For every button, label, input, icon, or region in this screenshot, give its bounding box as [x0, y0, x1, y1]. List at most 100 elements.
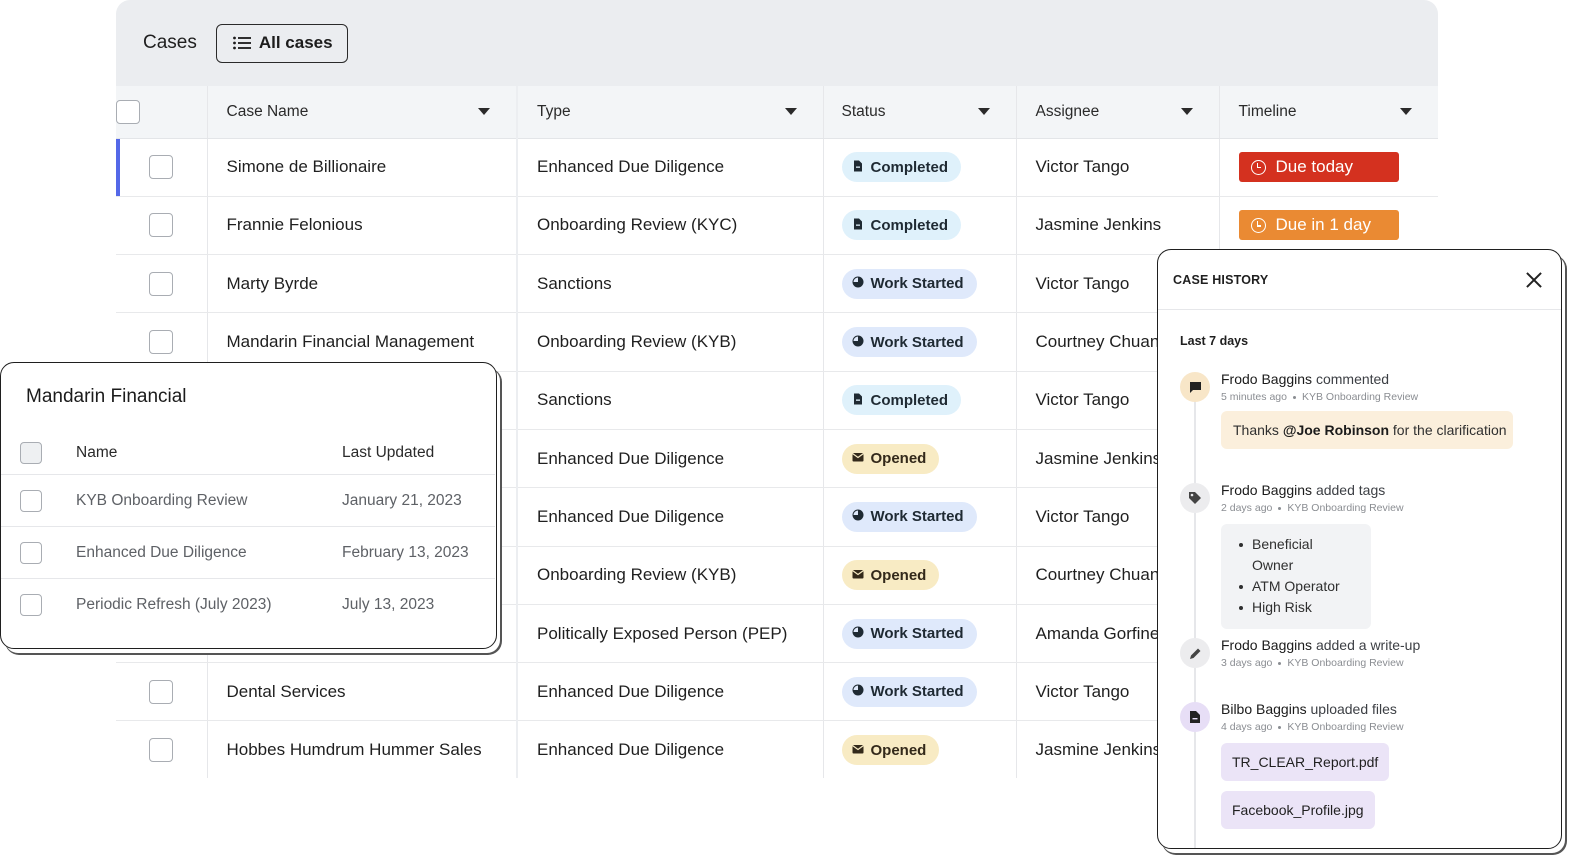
column-header-type[interactable]: Type	[516, 86, 824, 139]
row-checkbox[interactable]	[20, 594, 42, 616]
chevron-down-icon[interactable]	[1180, 108, 1193, 116]
envelope-icon	[851, 567, 864, 584]
status-badge: Opened	[841, 443, 940, 474]
tag-item: ATM Operator	[1239, 576, 1357, 597]
status-badge: Work Started	[841, 268, 977, 299]
select-all-cell	[116, 86, 208, 139]
item-name[interactable]: Periodic Refresh (July 2023)	[76, 596, 342, 614]
list-item[interactable]: KYB Onboarding Review January 21, 2023	[1, 475, 495, 527]
row-checkbox[interactable]	[149, 679, 174, 704]
status-badge: Work Started	[841, 327, 977, 358]
event-action: commented	[1315, 371, 1390, 387]
table-row[interactable]: Simone de Billionaire Enhanced Due Dilige…	[116, 138, 1438, 197]
row-checkbox[interactable]	[20, 541, 42, 564]
progress-icon	[852, 508, 864, 525]
row-checkbox[interactable]	[149, 271, 174, 296]
file-chip[interactable]: TR_CLEAR_Report.pdf	[1221, 743, 1390, 781]
table-row[interactable]: Frannie Felonious Onboarding Review (KYC)…	[116, 196, 1438, 256]
case-history-panel: CASE HISTORY Last 7 days Frodo Baggins c…	[1157, 249, 1562, 849]
due-badge: Due in 1 day	[1238, 210, 1399, 241]
timeline-line	[1194, 390, 1196, 848]
file-chip[interactable]: Facebook_Profile.jpg	[1221, 791, 1375, 829]
chevron-down-icon[interactable]	[784, 108, 797, 116]
case-list-header: Name Last Updated	[1, 431, 495, 475]
status-cell: Completed	[823, 138, 1017, 197]
case-type-cell: Sanctions	[516, 254, 824, 314]
popover-title: Mandarin Financial	[26, 386, 187, 407]
tag-item: High Risk	[1239, 597, 1357, 618]
row-checkbox[interactable]	[149, 738, 174, 763]
row-checkbox[interactable]	[20, 489, 42, 512]
case-name-cell[interactable]: Simone de Billionaire	[207, 138, 518, 197]
event-context[interactable]: KYB Onboarding Review	[1287, 502, 1403, 514]
case-type-cell: Enhanced Due Diligence	[516, 662, 824, 722]
event-actor[interactable]: Frodo Baggins	[1221, 637, 1312, 653]
column-label: Last Updated	[342, 443, 435, 461]
case-name-cell[interactable]: Marty Byrde	[207, 254, 518, 314]
chevron-down-icon[interactable]	[1400, 108, 1412, 116]
item-name[interactable]: KYB Onboarding Review	[76, 492, 342, 510]
case-name-cell[interactable]: Hobbes Humdrum Hummer Sales	[207, 720, 518, 778]
all-cases-label: All cases	[258, 33, 333, 52]
document-icon	[852, 392, 864, 409]
period-label: Last 7 days	[1180, 334, 1249, 348]
case-name-cell[interactable]: Frannie Felonious	[207, 196, 518, 256]
status-badge: Opened	[841, 735, 940, 766]
status-badge: Completed	[841, 210, 962, 241]
chevron-down-icon[interactable]	[478, 108, 490, 116]
event-context[interactable]: KYB Onboarding Review	[1302, 391, 1418, 403]
close-icon[interactable]	[1525, 271, 1543, 289]
list-item[interactable]: Enhanced Due Diligence February 13, 2023	[1, 527, 495, 579]
progress-icon	[852, 275, 864, 292]
assignee-cell[interactable]: Jasmine Jenkins	[1016, 196, 1220, 256]
event-action: added tags	[1315, 482, 1386, 498]
select-all-checkbox[interactable]	[20, 441, 42, 464]
row-select-cell	[116, 138, 208, 197]
status-cell: Completed	[823, 196, 1017, 256]
event-actor[interactable]: Bilbo Baggins	[1221, 701, 1307, 717]
list-item[interactable]: Periodic Refresh (July 2023) July 13, 202…	[1, 579, 495, 631]
item-updated: February 13, 2023	[342, 543, 469, 561]
column-header-status[interactable]: Status	[823, 86, 1017, 139]
case-name-cell[interactable]: Dental Services	[207, 662, 518, 722]
due-label: Due in 1 day	[1275, 215, 1371, 235]
all-cases-button[interactable]: All cases	[215, 23, 348, 63]
event-context[interactable]: KYB Onboarding Review	[1287, 721, 1403, 733]
status-label: Work Started	[870, 275, 964, 293]
comment-box: Thanks @Joe Robinson for the clarificati…	[1221, 411, 1513, 449]
row-checkbox[interactable]	[149, 213, 174, 238]
column-header-name[interactable]: Case Name	[207, 86, 518, 139]
case-history-header: CASE HISTORY	[1158, 250, 1561, 310]
clock-icon	[1250, 159, 1266, 175]
status-badge: Work Started	[841, 501, 977, 532]
status-cell: Work Started	[823, 254, 1017, 314]
row-checkbox[interactable]	[149, 330, 174, 355]
status-label: Work Started	[870, 683, 964, 701]
pencil-icon	[1180, 638, 1210, 668]
status-label: Work Started	[870, 333, 964, 351]
status-badge: Opened	[841, 560, 940, 591]
status-cell: Work Started	[823, 604, 1017, 664]
column-header-assignee[interactable]: Assignee	[1016, 86, 1220, 139]
event-time: 2 days ago	[1221, 502, 1273, 514]
column-header-timeline[interactable]: Timeline	[1219, 86, 1438, 139]
list-icon	[232, 36, 251, 50]
mention[interactable]: @Joe Robinson	[1283, 422, 1389, 438]
document-icon	[852, 217, 864, 234]
select-all-checkbox[interactable]	[116, 99, 140, 124]
status-badge: Completed	[841, 385, 962, 416]
event-actor[interactable]: Frodo Baggins	[1221, 371, 1312, 387]
panel-title: CASE HISTORY	[1173, 272, 1269, 287]
event-actor[interactable]: Frodo Baggins	[1221, 482, 1312, 498]
row-checkbox[interactable]	[149, 155, 174, 180]
status-cell: Work Started	[823, 662, 1017, 722]
status-badge: Completed	[841, 152, 962, 183]
assignee-cell[interactable]: Victor Tango	[1016, 138, 1220, 197]
status-label: Work Started	[870, 625, 964, 643]
row-select-cell	[116, 196, 208, 256]
event-context[interactable]: KYB Onboarding Review	[1287, 657, 1403, 669]
chevron-down-icon[interactable]	[977, 108, 990, 116]
item-name[interactable]: Enhanced Due Diligence	[76, 544, 342, 562]
event-time: 3 days ago	[1221, 657, 1273, 669]
column-label: Type	[537, 102, 571, 120]
